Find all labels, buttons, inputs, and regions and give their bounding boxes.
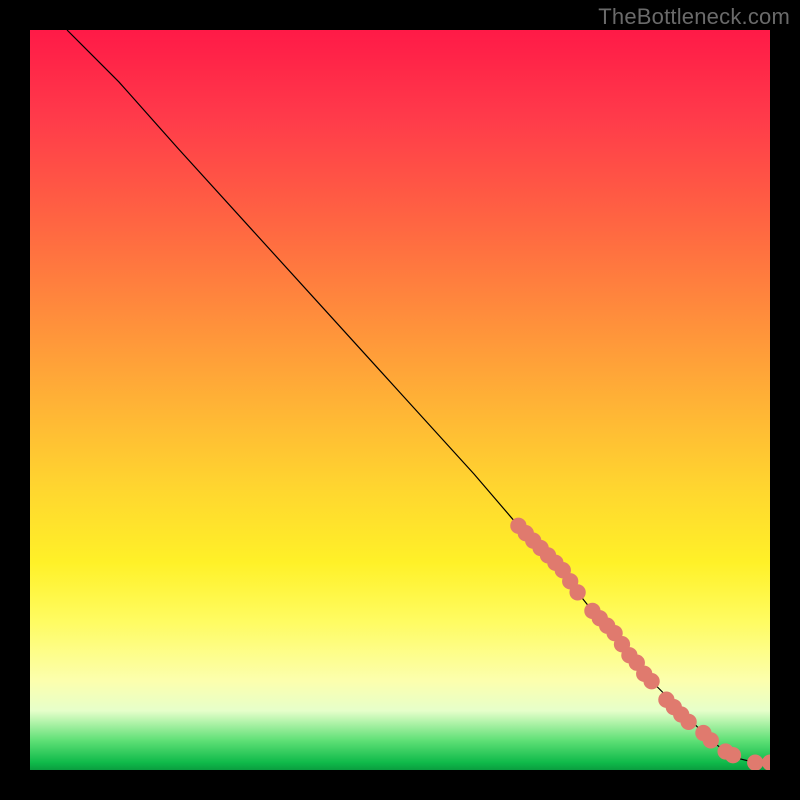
data-point [569, 584, 585, 600]
data-point [643, 673, 659, 689]
highlighted-points-group [510, 518, 770, 770]
data-point [703, 732, 719, 748]
data-point [725, 747, 741, 763]
watermark-label: TheBottleneck.com [598, 4, 790, 30]
chart-frame: TheBottleneck.com [0, 0, 800, 800]
data-point [747, 754, 763, 770]
curve-line [67, 30, 770, 763]
plot-svg [30, 30, 770, 770]
data-point [680, 714, 696, 730]
data-point [762, 754, 770, 770]
